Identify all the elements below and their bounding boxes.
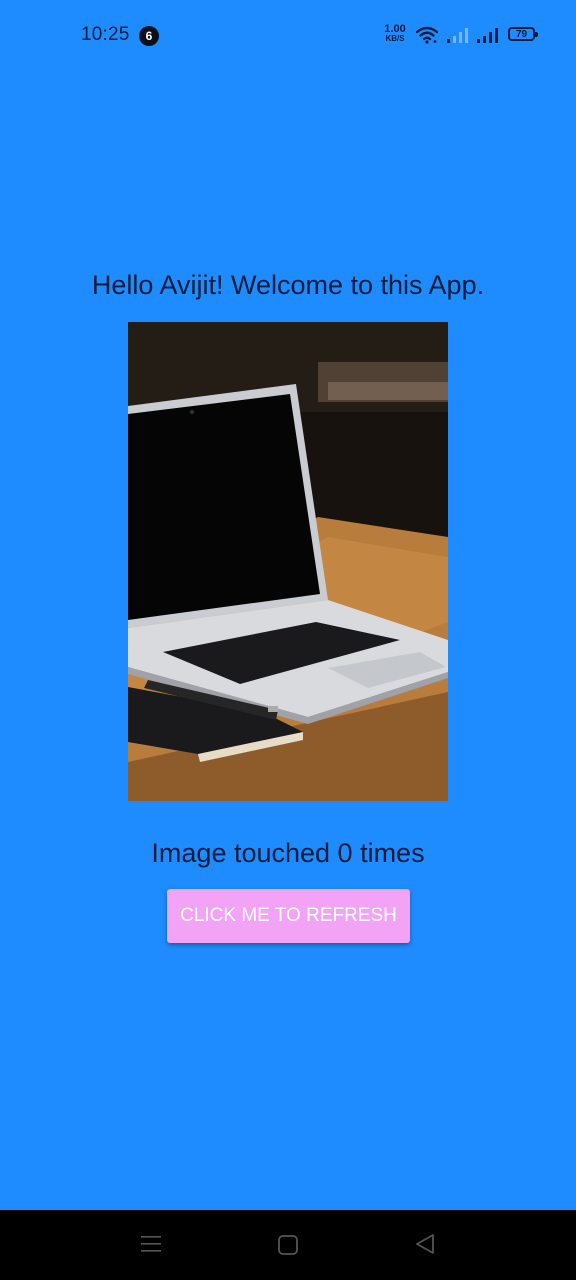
signal-strength-icon	[447, 28, 468, 43]
signal-strength-icon	[477, 28, 498, 43]
back-icon[interactable]	[415, 1234, 435, 1254]
laptop-image[interactable]	[128, 322, 448, 801]
home-icon[interactable]	[278, 1235, 298, 1255]
navigation-bar	[0, 1210, 576, 1280]
network-speed-unit: KB/S	[385, 34, 405, 43]
network-speed: 1.00 KB/S	[381, 23, 409, 44]
menu-icon[interactable]	[141, 1234, 161, 1254]
status-bar: 10:25 6 1.00 KB/S 79	[0, 0, 576, 72]
notification-badge: 6	[139, 26, 159, 46]
welcome-message: Hello Avijit! Welcome to this App.	[91, 270, 485, 300]
refresh-button[interactable]: CLICK ME TO REFRESH	[167, 889, 410, 943]
network-speed-value: 1.00	[384, 23, 406, 35]
battery-icon: 79	[508, 27, 538, 41]
wifi-icon	[416, 26, 438, 44]
touch-count-text: Image touched 0 times	[151, 838, 425, 868]
status-time: 10:25	[81, 24, 130, 45]
